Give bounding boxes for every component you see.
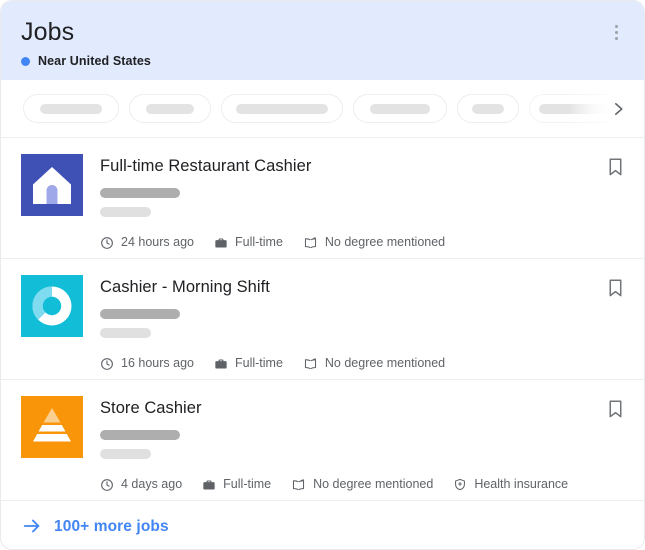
job-meta-item: 4 days ago: [100, 477, 182, 492]
bookmark-icon[interactable]: [604, 398, 626, 422]
filter-chip-placeholder: [370, 104, 430, 114]
more-jobs-link[interactable]: 100+ more jobs: [1, 501, 644, 550]
briefcase-icon: [214, 357, 228, 371]
job-meta-item: 16 hours ago: [100, 356, 194, 371]
book-icon: [303, 357, 318, 371]
job-meta-label: 24 hours ago: [121, 235, 194, 250]
job-meta-label: 4 days ago: [121, 477, 182, 492]
menu-dot: [615, 31, 618, 34]
company-logo: [21, 154, 83, 216]
job-meta-item: 24 hours ago: [100, 235, 194, 250]
filter-chip-placeholder: [236, 104, 328, 114]
job-details: Store Cashier 4 days ago Full-time No degre…: [100, 396, 624, 500]
company-name-placeholder: [100, 309, 180, 319]
filter-chip[interactable]: [353, 94, 447, 123]
jobs-card: Jobs Near United States Full-time Restau…: [0, 0, 645, 550]
job-meta-item: No degree mentioned: [291, 477, 433, 492]
clock-icon: [100, 236, 114, 250]
job-location-placeholder: [100, 328, 151, 338]
job-details: Cashier - Morning Shift 16 hours ago Full-…: [100, 275, 624, 379]
company-logo: [21, 275, 83, 337]
job-list-item[interactable]: Full-time Restaurant Cashier 24 hours ago…: [1, 138, 644, 259]
location-label: Near United States: [38, 54, 151, 68]
bookmark-icon[interactable]: [604, 277, 626, 301]
job-title: Full-time Restaurant Cashier: [100, 156, 624, 176]
briefcase-icon: [214, 236, 228, 250]
job-meta-label: Full-time: [235, 235, 283, 250]
job-list-item[interactable]: Cashier - Morning Shift 16 hours ago Full-…: [1, 259, 644, 380]
job-meta-row: 16 hours ago Full-time No degree mentioned: [100, 356, 624, 371]
filter-chip-placeholder: [146, 104, 194, 114]
job-list-item[interactable]: Store Cashier 4 days ago Full-time No degre…: [1, 380, 644, 501]
job-meta-label: No degree mentioned: [313, 477, 433, 492]
job-meta-label: No degree mentioned: [325, 235, 445, 250]
filter-chip[interactable]: [457, 94, 519, 123]
job-list: Full-time Restaurant Cashier 24 hours ago…: [1, 138, 644, 501]
job-meta-label: 16 hours ago: [121, 356, 194, 371]
job-meta-row: 24 hours ago Full-time No degree mentioned: [100, 235, 624, 250]
job-meta-item: Full-time: [214, 356, 283, 371]
book-icon: [303, 236, 318, 250]
job-meta-label: Full-time: [223, 477, 271, 492]
bookmark-icon[interactable]: [604, 156, 626, 180]
menu-dot: [615, 37, 618, 40]
job-meta-item: Full-time: [214, 235, 283, 250]
filter-chips-row: [1, 80, 644, 138]
company-name-placeholder: [100, 188, 180, 198]
job-meta-item: Health insurance: [453, 477, 568, 492]
job-location-placeholder: [100, 207, 151, 217]
company-logo: [21, 396, 83, 458]
job-details: Full-time Restaurant Cashier 24 hours ago…: [100, 154, 624, 258]
job-title: Store Cashier: [100, 398, 624, 418]
job-meta-item: Full-time: [202, 477, 271, 492]
shield-health-icon: [453, 477, 467, 492]
chips-next-icon[interactable]: [606, 97, 630, 121]
location-row: Near United States: [21, 54, 624, 68]
company-name-placeholder: [100, 430, 180, 440]
filter-chip[interactable]: [23, 94, 119, 123]
page-title: Jobs: [21, 17, 624, 47]
jobs-header: Jobs Near United States: [1, 1, 644, 80]
menu-dot: [615, 25, 618, 28]
job-meta-item: No degree mentioned: [303, 235, 445, 250]
overflow-menu-icon[interactable]: [604, 19, 628, 45]
more-jobs-label: 100+ more jobs: [54, 517, 169, 536]
job-location-placeholder: [100, 449, 151, 459]
job-title: Cashier - Morning Shift: [100, 277, 624, 297]
clock-icon: [100, 357, 114, 371]
job-meta-label: Full-time: [235, 356, 283, 371]
book-icon: [291, 478, 306, 492]
arrow-right-icon: [21, 515, 43, 537]
filter-chip[interactable]: [129, 94, 211, 123]
briefcase-icon: [202, 478, 216, 492]
location-dot-icon: [21, 57, 30, 66]
filter-chip-placeholder: [539, 104, 611, 114]
job-meta-item: No degree mentioned: [303, 356, 445, 371]
job-meta-label: No degree mentioned: [325, 356, 445, 371]
filter-chip[interactable]: [221, 94, 343, 123]
filter-chip-placeholder: [40, 104, 102, 114]
filter-chip-placeholder: [472, 104, 504, 114]
job-meta-label: Health insurance: [474, 477, 568, 492]
job-meta-row: 4 days ago Full-time No degree mentioned He…: [100, 477, 624, 492]
clock-icon: [100, 478, 114, 492]
